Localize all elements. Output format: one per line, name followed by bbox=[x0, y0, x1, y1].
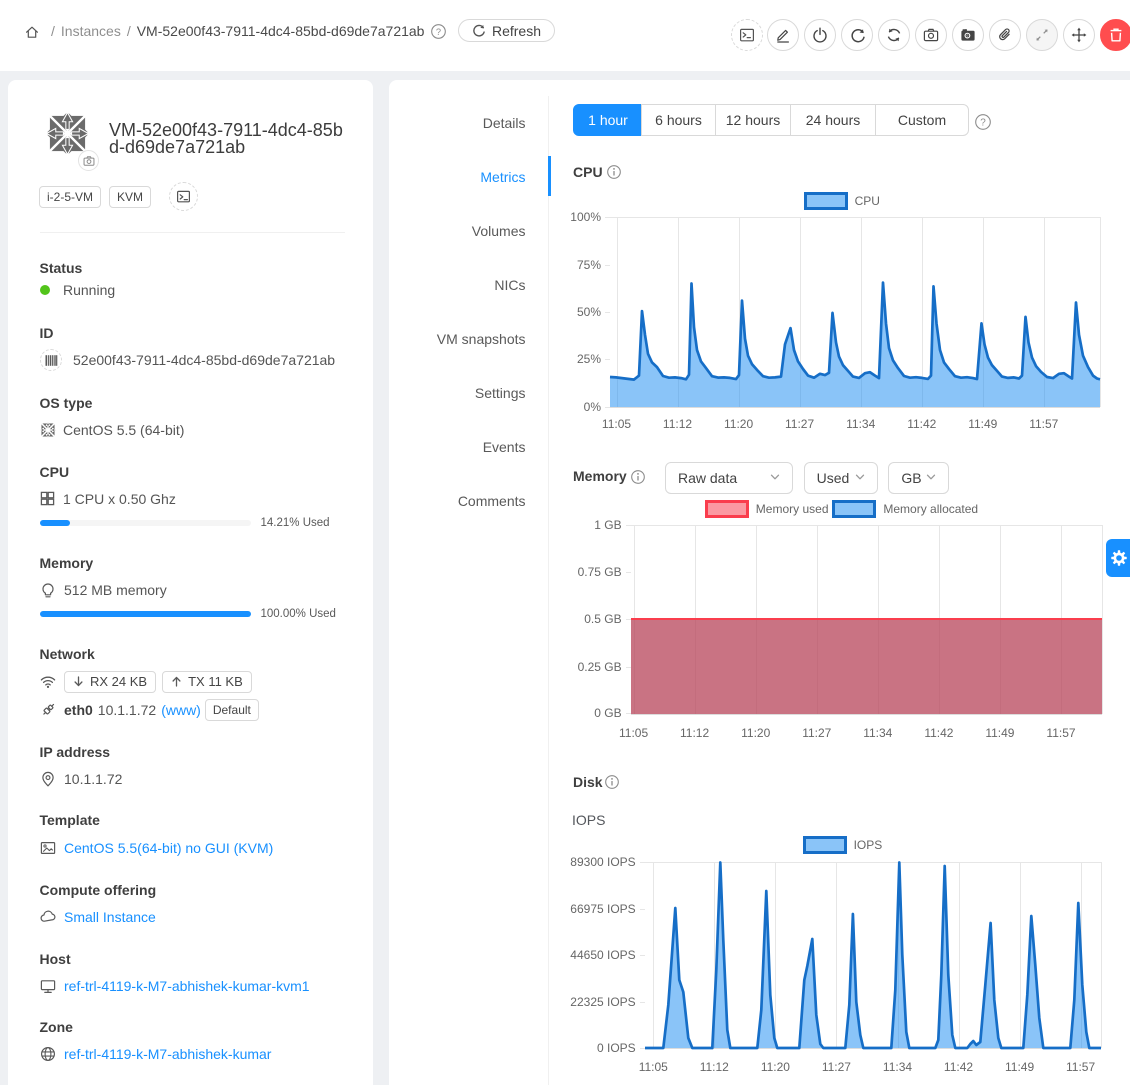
svg-text:?: ? bbox=[436, 27, 441, 37]
svg-text:?: ? bbox=[980, 117, 986, 128]
svg-text:o: o bbox=[966, 34, 968, 38]
